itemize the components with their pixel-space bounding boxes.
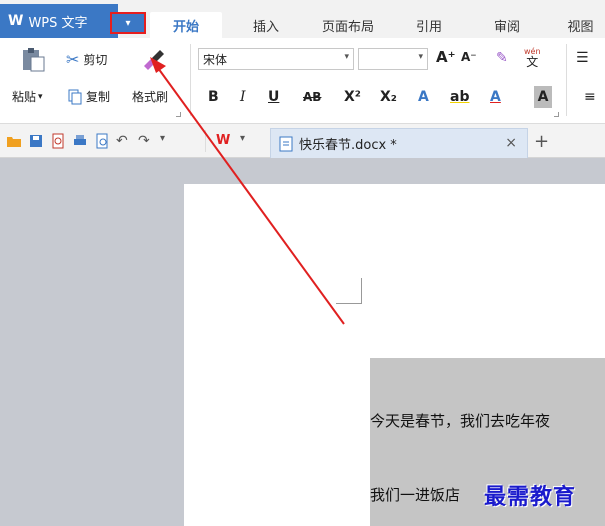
grow-font-button[interactable]: A⁺ <box>436 48 456 66</box>
list-icon: ☰ <box>576 50 589 66</box>
watermark: 最需教育 <box>484 484 577 510</box>
tab-page-layout[interactable]: 页面布局 <box>308 12 388 38</box>
save-icon[interactable] <box>28 133 44 149</box>
app-menu-button[interactable]: W WPS 文字 <box>0 4 118 38</box>
cut-button[interactable]: ✂ 剪切 <box>66 50 107 69</box>
paste-label: 粘贴 <box>12 90 37 104</box>
chevron-down-icon[interactable]: ▾ <box>240 133 256 149</box>
cut-label: 剪切 <box>83 53 108 67</box>
align-button[interactable]: ≡ <box>584 86 596 108</box>
eraser-icon: ✎ <box>496 50 508 66</box>
print-preview-icon[interactable] <box>94 133 110 149</box>
paste-button[interactable] <box>20 46 46 72</box>
chevron-down-icon: ▾ <box>418 52 423 62</box>
close-icon[interactable]: × <box>505 135 517 151</box>
export-pdf-icon[interactable] <box>50 133 66 149</box>
quick-access-bar: ↶ ↷ ▾ W ▾ 快乐春节.docx * × + <box>0 124 605 158</box>
bold-button[interactable]: B <box>208 86 219 108</box>
undo-icon[interactable]: ↶ <box>116 133 132 149</box>
ribbon: 粘贴 ▾ ✂ 剪切 复制 格式刷 宋体 ▾ ▾ A⁺ A⁻ ✎ wén 文 ☰ … <box>0 38 605 124</box>
text-effect-button[interactable]: A <box>418 86 429 108</box>
subscript-button[interactable]: X₂ <box>380 86 397 108</box>
paste-label-button[interactable]: 粘贴 ▾ <box>12 88 43 105</box>
title-bar: W WPS 文字 ▾ 开始 插入 页面布局 引用 审阅 视图 <box>0 0 605 38</box>
tab-references[interactable]: 引用 <box>398 12 460 38</box>
align-icon: ≡ <box>584 89 596 105</box>
font-size-select[interactable]: ▾ <box>358 48 428 70</box>
paste-icon <box>23 48 45 72</box>
chevron-down-icon: ▾ <box>125 17 131 29</box>
highlight-button[interactable]: ab <box>450 86 469 108</box>
font-dialog-launcher[interactable] <box>554 112 559 117</box>
margin-marker <box>336 278 362 304</box>
format-painter-icon <box>144 50 164 70</box>
underline-button[interactable]: U <box>268 86 279 108</box>
tab-review[interactable]: 审阅 <box>476 12 538 38</box>
wps-logo-icon[interactable]: W <box>216 133 232 149</box>
phonetic-char: 文 <box>526 55 539 69</box>
customize-dropdown-icon[interactable]: ▾ <box>160 133 176 149</box>
paragraph-1[interactable]: 今天是春节，我们去吃年夜 <box>370 410 550 431</box>
divider <box>190 44 191 116</box>
copy-label: 复制 <box>86 90 111 104</box>
shrink-font-button[interactable]: A⁻ <box>461 50 477 64</box>
tab-insert[interactable]: 插入 <box>232 12 300 38</box>
divider <box>205 130 206 152</box>
copy-button[interactable]: 复制 <box>68 88 110 105</box>
font-name-value: 宋体 <box>203 52 228 67</box>
wps-logo-icon: W <box>8 13 24 29</box>
copy-icon <box>68 89 82 104</box>
app-menu-dropdown-button[interactable]: ▾ <box>110 12 146 34</box>
document-page[interactable]: 今天是春节，我们去吃年夜 我们一进饭店 <box>184 184 605 526</box>
document-tab-label: 快乐春节.docx * <box>299 138 397 153</box>
chevron-down-icon: ▾ <box>344 52 349 62</box>
divider <box>566 44 567 116</box>
strikethrough-button[interactable]: AB <box>303 86 321 108</box>
clipboard-dialog-launcher[interactable] <box>176 112 181 117</box>
document-tab[interactable]: 快乐春节.docx * × <box>270 128 528 158</box>
cut-icon: ✂ <box>66 50 80 69</box>
italic-button[interactable]: I <box>240 86 246 108</box>
redo-icon[interactable]: ↷ <box>138 133 154 149</box>
open-icon[interactable] <box>6 133 22 149</box>
format-painter-button[interactable] <box>140 48 166 72</box>
print-icon[interactable] <box>72 133 88 149</box>
chevron-down-icon: ▾ <box>38 91 43 102</box>
doc-icon <box>279 136 293 151</box>
tab-home[interactable]: 开始 <box>150 12 222 38</box>
char-shading-button[interactable]: A <box>534 86 552 108</box>
tab-view[interactable]: 视图 <box>556 12 605 38</box>
font-name-select[interactable]: 宋体 ▾ <box>198 48 354 70</box>
paragraph-2[interactable]: 我们一进饭店 <box>370 484 460 505</box>
phonetic-guide-button[interactable]: wén 文 <box>524 46 541 68</box>
text-effect-icon: A <box>418 89 429 105</box>
app-name: WPS 文字 <box>28 15 88 31</box>
font-color-button[interactable]: A <box>490 86 501 108</box>
format-painter-label[interactable]: 格式刷 <box>132 88 168 105</box>
clear-format-button[interactable]: ✎ <box>496 50 508 66</box>
superscript-button[interactable]: X² <box>344 86 361 108</box>
new-tab-button[interactable]: + <box>534 131 549 152</box>
bullet-list-button[interactable]: ☰ <box>576 50 589 66</box>
